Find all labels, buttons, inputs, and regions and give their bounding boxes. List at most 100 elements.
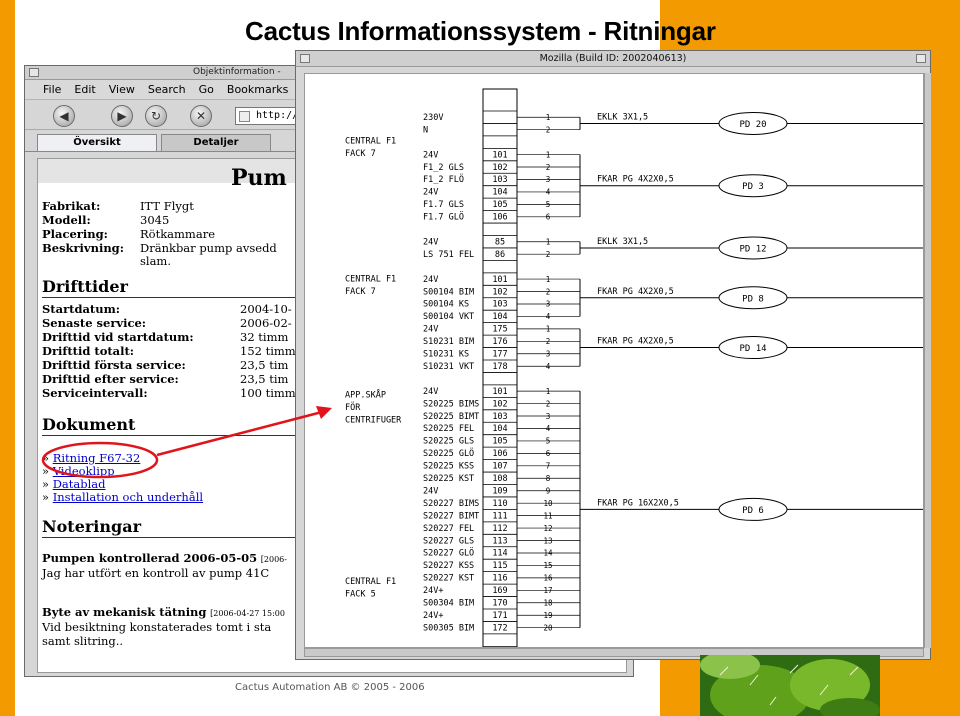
section-drifttider: Drifttider	[42, 277, 128, 296]
terminal-signal-label: S10231 VKT	[423, 362, 474, 372]
destination-label: PD 12	[739, 244, 766, 254]
terminal-signal-label: 230V	[423, 113, 443, 123]
reload-icon[interactable]: ↻	[145, 105, 167, 127]
link-installation[interactable]: Installation och underhåll	[53, 490, 203, 504]
window-menu-icon[interactable]	[29, 68, 39, 77]
section-dokument: Dokument	[42, 415, 136, 434]
terminal-number: 102	[492, 399, 507, 409]
terminal-number: 101	[492, 387, 507, 397]
terminal-number: 110	[492, 499, 507, 509]
terminal-signal-label: S10231 BIM	[423, 337, 474, 347]
cactus-photo	[700, 655, 880, 716]
slide-footer: Cactus Automation AB © 2005 - 2006	[235, 682, 425, 693]
terminal-number: 170	[492, 599, 507, 609]
menu-go[interactable]: Go	[199, 83, 214, 96]
destination-label: PD 3	[742, 182, 764, 192]
forward-icon[interactable]: ▶	[111, 105, 133, 127]
drift-value: 2006-02-	[240, 316, 292, 330]
terminal-signal-label: S20227 FEL	[423, 524, 474, 534]
link-ritning[interactable]: Ritning F67-32	[53, 451, 141, 465]
link-datablad[interactable]: Datablad	[53, 477, 106, 491]
terminal-signal-label: S20227 GLS	[423, 536, 474, 546]
drift-value: 100 timm	[240, 386, 296, 400]
cable-label: FKAR PG 4X2X0,5	[597, 337, 674, 347]
drawing-window: Mozilla (Build ID: 2002040613) 230V1N224…	[295, 50, 931, 660]
terminal-number: 109	[492, 486, 507, 496]
wiring-diagram-canvas: 230V1N224V1011F1_2 GLS1022F1_2 FLÖ103324…	[345, 88, 923, 647]
terminal-signal-label: S00104 BIM	[423, 287, 474, 297]
terminal-signal-label: S20227 KST	[423, 574, 474, 584]
minimize-icon[interactable]	[916, 54, 926, 63]
group-label: FACK 7	[345, 287, 376, 297]
terminal-number: 177	[492, 350, 507, 360]
drift-label: Senaste service:	[42, 316, 147, 330]
group-label: CENTRAL F1	[345, 577, 396, 587]
terminal-signal-label: S20227 KSS	[423, 561, 474, 571]
terminal-number: 172	[492, 623, 507, 633]
stop-icon[interactable]: ✕	[190, 105, 212, 127]
terminal-number: 116	[492, 574, 507, 584]
back-icon[interactable]: ◀	[53, 105, 75, 127]
terminal-number: 169	[492, 586, 507, 596]
menu-file[interactable]: File	[43, 83, 61, 96]
terminal-number: 101	[492, 275, 507, 285]
terminal-signal-label: LS 751 FEL	[423, 250, 474, 260]
terminal-signal-label: S20225 GLÖ	[423, 448, 474, 459]
tab-detaljer[interactable]: Detaljer	[161, 134, 271, 151]
drift-label: Drifttid vid startdatum:	[42, 330, 194, 344]
drift-value: 23,5 tim	[240, 372, 289, 386]
terminal-signal-label: F1_2 FLÖ	[423, 174, 464, 185]
doc-item: » Ritning F67-32	[42, 451, 141, 465]
cable-label: FKAR PG 16X2X0,5	[597, 498, 679, 508]
terminal-signal-label: 24V+	[423, 611, 443, 621]
terminal-number: 176	[492, 337, 507, 347]
terminal-number: 108	[492, 474, 507, 484]
terminal-signal-label: S20225 BIMT	[423, 412, 479, 422]
section-noteringar: Noteringar	[42, 517, 141, 536]
vertical-scrollbar[interactable]	[924, 73, 931, 648]
terminal-number: 178	[492, 362, 507, 372]
terminal-number: 103	[492, 412, 507, 422]
menu-bookmarks[interactable]: Bookmarks	[227, 83, 288, 96]
terminal-number: 171	[492, 611, 507, 621]
cable-label: EKLK 3X1,5	[597, 112, 648, 122]
info-label: Modell:	[42, 213, 91, 227]
terminal-signal-label: 24V	[423, 275, 438, 285]
menu-search[interactable]: Search	[148, 83, 186, 96]
info-label: Fabrikat:	[42, 199, 101, 213]
drift-label: Drifttid totalt:	[42, 344, 135, 358]
doc-item: » Datablad	[42, 477, 106, 491]
terminal-signal-label: F1.7 GLÖ	[423, 212, 464, 223]
drawing-window-title: Mozilla (Build ID: 2002040613)	[539, 53, 687, 64]
pump-heading: Pum	[231, 165, 287, 191]
terminal-signal-label: S20225 FEL	[423, 424, 474, 434]
terminal-number: 114	[492, 549, 507, 559]
terminal-number: 115	[492, 561, 507, 571]
terminal-number: 175	[492, 325, 507, 335]
destination-label: PD 14	[739, 344, 766, 354]
terminal-signal-label: 24V	[423, 188, 438, 198]
slide-title: Cactus Informationssystem - Ritningar	[245, 16, 716, 46]
menu-edit[interactable]: Edit	[74, 83, 95, 96]
terminal-number: 104	[492, 312, 507, 322]
cable-label: FKAR PG 4X2X0,5	[597, 287, 674, 297]
terminal-signal-label: 24V	[423, 237, 438, 247]
link-videoklipp[interactable]: Videoklipp	[53, 464, 115, 478]
group-label: CENTRAL F1	[345, 275, 396, 285]
terminal-signal-label: 24V	[423, 150, 438, 160]
window-menu-icon[interactable]	[300, 54, 310, 63]
drawing-window-titlebar: Mozilla (Build ID: 2002040613)	[296, 51, 930, 67]
page-icon	[239, 111, 250, 122]
destination-label: PD 8	[742, 294, 764, 304]
terminal-number: 86	[495, 250, 505, 260]
terminal-number: 104	[492, 424, 507, 434]
terminal-signal-label: S20225 GLS	[423, 437, 474, 447]
terminal-number: 111	[492, 511, 507, 521]
drift-label: Drifttid efter service:	[42, 372, 179, 386]
menu-view[interactable]: View	[109, 83, 135, 96]
note-body: Jag har utfört en kontroll av pump 41C	[42, 566, 270, 580]
terminal-number: 104	[492, 188, 507, 198]
terminal-signal-label: S20227 BIMT	[423, 511, 479, 521]
tab-oversikt[interactable]: Översikt	[37, 134, 157, 151]
terminal-number: 85	[495, 237, 505, 247]
